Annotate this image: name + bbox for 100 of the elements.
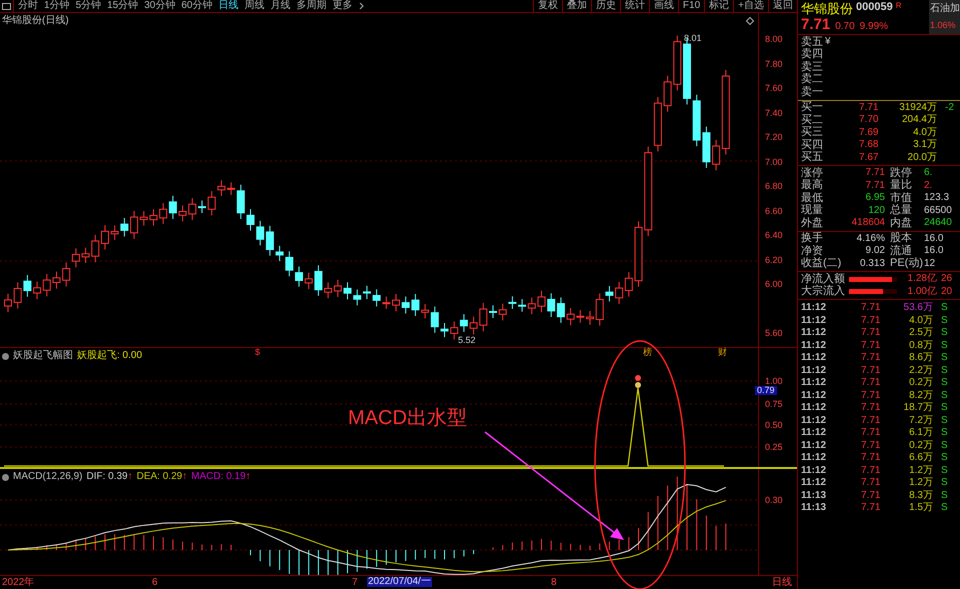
indicator-reading: 妖股起飞: 0.00 [77, 351, 142, 361]
ask-label: 卖一 [801, 86, 823, 98]
percent-change: 9.99% [860, 22, 888, 32]
collapse-icon[interactable] [2, 352, 9, 360]
bid-volume: 20.0万 [906, 152, 937, 163]
candle [353, 289, 362, 306]
bid-volume: 4.0万 [912, 128, 937, 138]
toolbar-button[interactable]: +自选 [733, 0, 768, 12]
period-tab[interactable]: 5分钟 [76, 0, 102, 12]
trade-volume: 18.7万 [902, 403, 933, 414]
candle [460, 314, 468, 332]
price-axis-label: 7.00 [765, 158, 783, 166]
stat-label: 内盘 [890, 218, 913, 229]
price-axis-label: 7.80 [765, 60, 783, 68]
trade-volume: 2.5万 [908, 328, 933, 338]
period-tab[interactable]: 30分钟 [144, 0, 176, 12]
trade-volume: 1.2万 [908, 478, 933, 488]
toolbar-button[interactable]: F10 [678, 0, 704, 12]
stat-value: 4.16% [856, 234, 885, 244]
price-axis-label: 7.20 [765, 133, 783, 142]
trade-volume: 8.2万 [908, 390, 933, 401]
trade-volume: 6.6万 [908, 453, 933, 464]
bid-price: 7.69 [859, 128, 880, 138]
toolbar-button[interactable]: 复权 [532, 0, 562, 12]
trade-side: S [941, 328, 948, 338]
price-axis-label: 6.00 [765, 280, 783, 289]
candle [538, 290, 546, 313]
bid-price: 7.70 [859, 115, 880, 126]
sector-name: 石油加 [930, 4, 960, 14]
trade-volume: 2.2万 [908, 366, 933, 376]
trade-price: 7.71 [861, 340, 882, 351]
trade-price: 7.71 [861, 490, 882, 501]
stat-label: 净资 [801, 246, 824, 257]
candle [110, 224, 119, 240]
panel-toggle-icon[interactable] [2, 2, 11, 10]
period-tab[interactable]: 15分钟 [107, 0, 138, 12]
stat-label: PE(动) [890, 258, 924, 270]
period-tab[interactable]: 1分钟 [44, 0, 70, 12]
stat-value: 7.71 [864, 180, 885, 191]
candle [402, 296, 410, 314]
trade-side: S [941, 390, 948, 401]
candle [168, 195, 177, 220]
price-axis-label: 7.60 [765, 84, 783, 93]
stat-label: 最高 [801, 180, 824, 192]
candle [334, 279, 342, 298]
candle [576, 310, 584, 324]
period-tab[interactable]: 分时 [18, 0, 38, 12]
trade-time: 11:12 [801, 478, 828, 488]
toolbar-button[interactable]: 返回 [768, 0, 797, 12]
period-tab[interactable]: 日线 [218, 0, 238, 12]
date-axis-label: 6 [152, 578, 158, 588]
chevron-right-icon[interactable] [358, 2, 364, 10]
price-axis-label: 7.40 [765, 108, 783, 118]
stat-value: 24640 [924, 218, 952, 228]
toolbar-button[interactable]: 历史 [590, 0, 620, 12]
sector-panel[interactable]: 石油加 1.06% [929, 0, 960, 34]
diamond-icon[interactable] [746, 17, 754, 25]
candle [634, 220, 642, 288]
trade-side: S [941, 478, 948, 488]
period-tab[interactable]: 月线 [270, 0, 290, 12]
stat-value: 418604 [850, 218, 885, 228]
period-tab[interactable]: 60分钟 [181, 0, 212, 12]
indicator-title: 妖股起飞幅图 [13, 351, 73, 361]
price-axis-label: 6.40 [765, 231, 783, 240]
period-tab[interactable]: 多周期 [296, 0, 326, 12]
toolbar-button[interactable]: 标记 [704, 0, 734, 12]
trade-volume: 8.3万 [908, 490, 933, 501]
toolbar-button[interactable]: 叠加 [562, 0, 591, 12]
event-mark[interactable]: $ [255, 348, 260, 357]
event-mark[interactable]: 榜 [643, 348, 652, 357]
toolbar-button[interactable]: 画线 [648, 0, 678, 12]
last-price: 7.71 [801, 17, 830, 32]
collapse-icon[interactable] [2, 474, 9, 480]
price-axis-label: 6.80 [765, 182, 783, 191]
candle [440, 322, 448, 338]
stat-label: 总量 [890, 205, 913, 216]
trade-side: S [941, 428, 948, 438]
trade-volume: 53.6万 [902, 303, 933, 314]
trade-side: S [941, 353, 948, 364]
indicator-axis-label: 1.00 [765, 377, 783, 386]
trade-price: 7.71 [861, 466, 882, 476]
bid-label: 买五 [801, 152, 824, 164]
high-price-label: 8.01 [684, 34, 702, 43]
candle [498, 303, 507, 321]
candle [188, 198, 196, 221]
trade-side: S [941, 366, 948, 376]
trade-price: 7.71 [861, 440, 882, 451]
event-mark[interactable]: 财 [718, 348, 727, 357]
trade-volume: 8.6万 [908, 353, 933, 364]
period-tab[interactable]: 更多 [332, 0, 352, 12]
trade-price: 7.71 [861, 303, 882, 314]
trade-volume: 0.8万 [908, 340, 933, 351]
trade-time: 11:12 [801, 403, 828, 414]
period-tab[interactable]: 周线 [244, 0, 264, 12]
date-axis-label: 7 [352, 578, 358, 588]
trade-volume: 0.2万 [908, 378, 933, 388]
candle [33, 281, 42, 300]
bid-price: 7.71 [859, 102, 880, 113]
candle [52, 271, 60, 290]
candle [101, 224, 109, 250]
